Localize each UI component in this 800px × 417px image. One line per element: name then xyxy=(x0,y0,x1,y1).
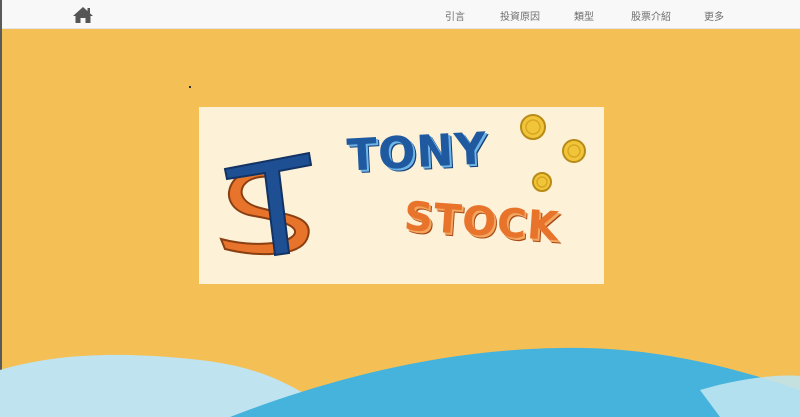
tony-stock-logo: TONY STOCK xyxy=(199,107,604,284)
nav-item-intro[interactable]: 引言 xyxy=(445,8,465,23)
coin-icon xyxy=(562,139,586,163)
stray-dot xyxy=(189,86,191,88)
coin-icon xyxy=(520,114,546,140)
decorative-waves xyxy=(0,347,800,417)
coin-icon xyxy=(532,172,552,192)
top-navbar: 引言 投資原因 類型 股票介紹 更多 xyxy=(2,0,800,29)
nav-item-reasons[interactable]: 投資原因 xyxy=(500,8,540,23)
nav-item-types[interactable]: 類型 xyxy=(574,8,594,23)
home-icon[interactable] xyxy=(72,6,94,24)
nav-item-stocks[interactable]: 股票介紹 xyxy=(631,8,671,23)
logo-word-tony: TONY xyxy=(345,123,489,182)
nav-item-more[interactable]: 更多 xyxy=(704,8,724,23)
